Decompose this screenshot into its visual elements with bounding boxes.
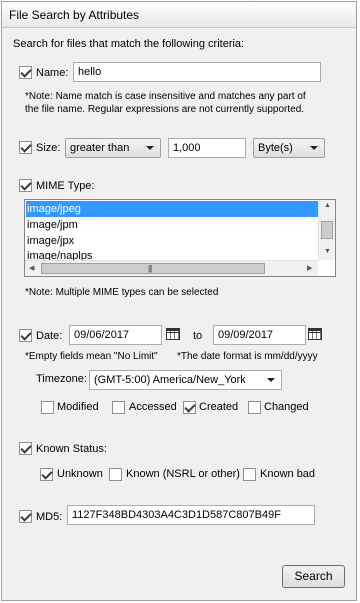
known-bad-checkbox[interactable]	[243, 468, 256, 481]
intro-text: Search for files that match the followin…	[13, 38, 245, 50]
calendar-icon[interactable]	[306, 325, 324, 343]
md5-input[interactable]: 1127F348BD4303A4C3D1D587C807B49F	[67, 505, 315, 525]
accessed-label: Accessed	[129, 401, 177, 413]
created-label: Created	[199, 401, 239, 413]
date-to-label: to	[193, 330, 203, 342]
list-item[interactable]: image/naplps	[26, 249, 318, 260]
scroll-right-icon[interactable]: ▶	[307, 264, 312, 272]
timezone-select[interactable]: (GMT-5:00) America/New_York	[89, 370, 282, 390]
md5-label: MD5:	[36, 511, 63, 523]
chevron-down-icon	[146, 146, 154, 150]
scroll-up-icon[interactable]: ▲	[324, 202, 331, 209]
date-format-note: *The date format is mm/dd/yyyy	[177, 351, 318, 362]
timezone-value: (GMT-5:00) America/New_York	[94, 374, 246, 386]
date-checkbox[interactable]	[19, 329, 32, 342]
date-to-input[interactable]: 09/09/2017	[213, 325, 306, 345]
mime-note: *Note: Multiple MIME types can be select…	[25, 287, 219, 298]
size-comparator-value: greater than	[70, 142, 130, 154]
known-nsrl-label: Known (NSRL or other)	[126, 468, 240, 480]
size-unit-select[interactable]: Byte(s)	[253, 138, 325, 158]
known-bad-label: Known bad	[260, 468, 316, 480]
mime-type-list[interactable]: image/jpeg image/jpm image/jpx image/nap…	[24, 199, 336, 277]
size-label: Size:	[36, 142, 61, 154]
chevron-down-icon	[310, 146, 318, 150]
modified-label: Modified	[57, 401, 99, 413]
size-unit-value: Byte(s)	[258, 142, 293, 154]
search-button[interactable]: Search	[282, 565, 345, 588]
size-comparator-select[interactable]: greater than	[65, 138, 161, 158]
panel-title: File Search by Attributes	[2, 2, 356, 28]
unknown-checkbox[interactable]	[40, 468, 53, 481]
file-search-panel: File Search by Attributes Search for fil…	[1, 1, 357, 601]
grip-icon: |||	[148, 264, 152, 273]
name-label: Name:	[36, 67, 69, 79]
md5-checkbox[interactable]	[19, 510, 32, 523]
date-label: Date:	[36, 330, 63, 342]
name-input[interactable]: hello	[73, 62, 321, 82]
mime-checkbox[interactable]	[19, 179, 32, 192]
horizontal-scrollbar[interactable]: ◀ ||| ▶	[25, 260, 318, 276]
date-empty-note: *Empty fields mean "No Limit"	[25, 351, 158, 362]
modified-checkbox[interactable]	[41, 401, 54, 414]
list-item[interactable]: image/jpx	[26, 233, 318, 249]
accessed-checkbox[interactable]	[112, 401, 125, 414]
changed-checkbox[interactable]	[248, 401, 261, 414]
date-from-input[interactable]: 09/06/2017	[69, 325, 162, 345]
mime-label: MIME Type:	[36, 180, 95, 192]
size-checkbox[interactable]	[19, 141, 32, 154]
horizontal-scroll-thumb[interactable]: |||	[41, 263, 265, 274]
chevron-down-icon	[267, 378, 275, 382]
changed-label: Changed	[264, 401, 309, 413]
unknown-label: Unknown	[57, 468, 103, 480]
created-checkbox[interactable]	[183, 401, 196, 414]
known-nsrl-checkbox[interactable]	[109, 468, 122, 481]
scroll-down-icon[interactable]: ▼	[324, 248, 331, 255]
name-note-line2: the file name. Regular expressions are n…	[25, 104, 305, 115]
timezone-label: Timezone:	[36, 373, 87, 385]
known-status-checkbox[interactable]	[19, 442, 32, 455]
vertical-scrollbar[interactable]: ▲ ▼	[318, 200, 335, 260]
list-item[interactable]: image/jpm	[26, 217, 318, 233]
name-checkbox[interactable]	[19, 66, 32, 79]
name-note-line1: *Note: Name match is case insensitive an…	[25, 91, 306, 102]
known-status-label: Known Status:	[36, 443, 107, 455]
size-value-input[interactable]: 1,000	[168, 138, 246, 158]
vertical-scroll-thumb[interactable]	[321, 221, 333, 239]
list-item[interactable]: image/jpeg	[26, 201, 318, 217]
calendar-icon[interactable]	[164, 325, 182, 343]
scroll-left-icon[interactable]: ◀	[29, 264, 34, 272]
